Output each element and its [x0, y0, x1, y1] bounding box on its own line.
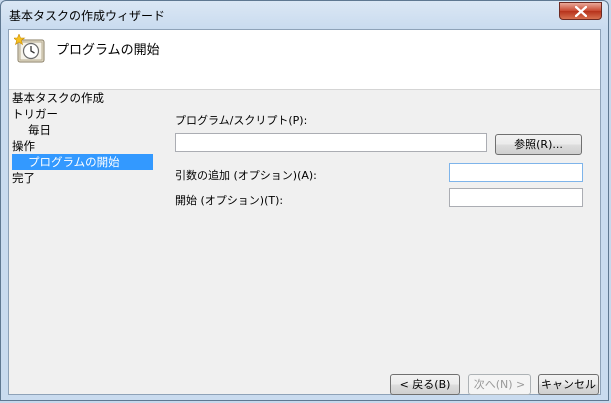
close-button[interactable]	[559, 2, 602, 20]
step-trigger[interactable]: トリガー	[12, 106, 152, 122]
close-icon	[575, 6, 587, 17]
wizard-header: プログラムの開始	[9, 30, 600, 90]
browse-button[interactable]: 参照(R)...	[495, 134, 582, 155]
arguments-input[interactable]	[449, 163, 583, 182]
step-action[interactable]: 操作	[12, 138, 152, 154]
cancel-button[interactable]: キャンセル	[538, 374, 599, 395]
title-bar[interactable]: 基本タスクの作成ウィザード	[1, 1, 608, 29]
program-script-label: プログラム/スクリプト(P):	[175, 114, 308, 127]
program-script-input[interactable]	[175, 133, 487, 152]
start-in-label: 開始 (オプション)(T):	[175, 194, 284, 207]
step-start-program[interactable]: プログラムの開始	[12, 154, 153, 170]
step-create-basic-task[interactable]: 基本タスクの作成	[12, 90, 152, 106]
step-daily[interactable]: 毎日	[12, 122, 152, 138]
step-finish[interactable]: 完了	[12, 170, 152, 186]
page-title: プログラムの開始	[56, 43, 160, 58]
start-in-input[interactable]	[449, 188, 583, 207]
back-button[interactable]: < 戻る(B)	[390, 374, 460, 395]
wizard-steps: 基本タスクの作成 トリガー 毎日 操作 プログラムの開始 完了	[12, 90, 153, 186]
wizard-window: 基本タスクの作成ウィザード プログラムの開始 基本タスクの作成 トリガー 毎日 …	[0, 0, 609, 401]
next-button[interactable]: 次へ(N) >	[468, 374, 531, 395]
arguments-label: 引数の追加 (オプション)(A):	[175, 169, 317, 182]
scheduled-task-clock-icon	[12, 33, 46, 67]
wizard-client-area: プログラムの開始 基本タスクの作成 トリガー 毎日 操作 プログラムの開始 完了…	[8, 29, 601, 395]
window-title: 基本タスクの作成ウィザード	[9, 9, 166, 23]
